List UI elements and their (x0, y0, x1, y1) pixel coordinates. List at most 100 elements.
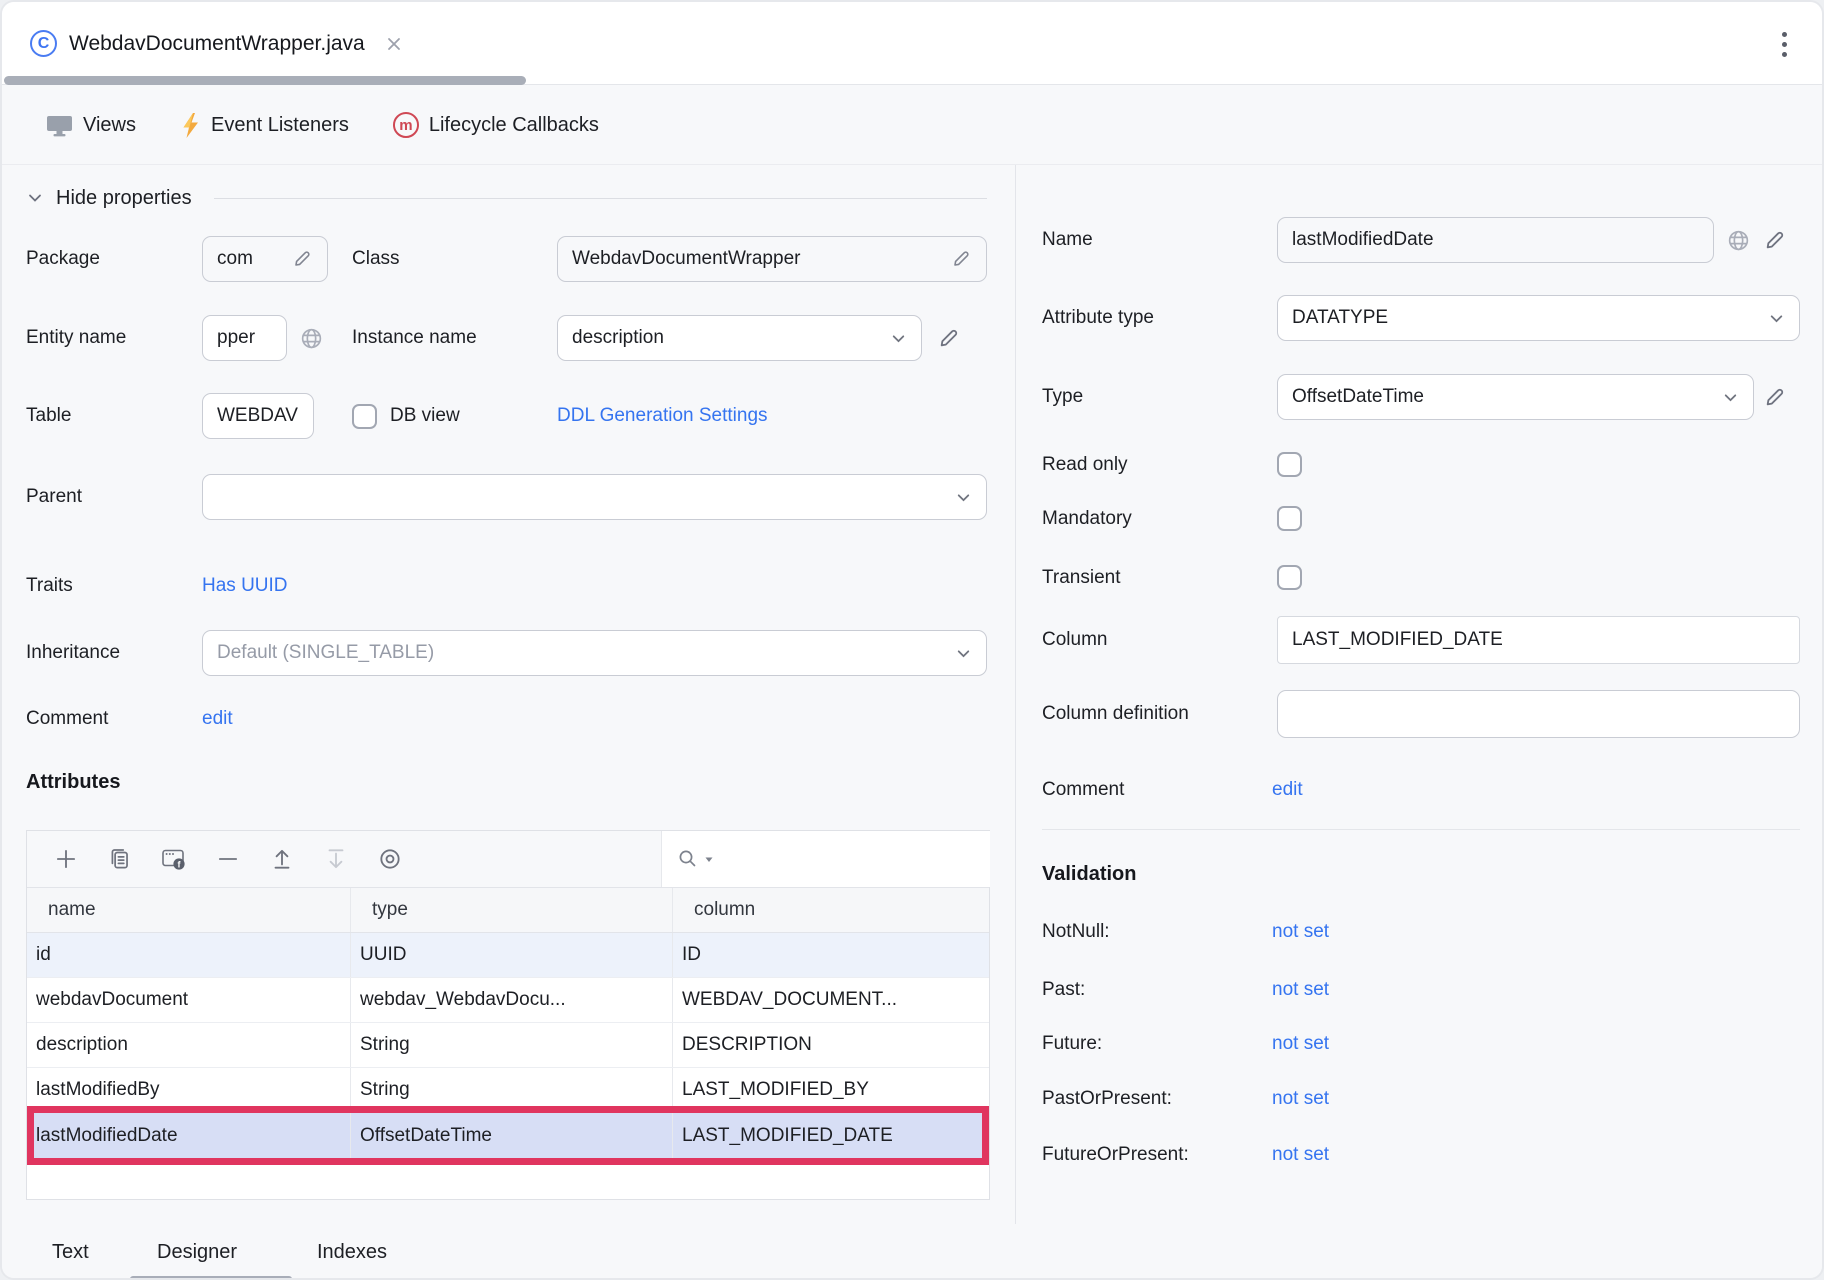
attr-comment-label: Comment (1042, 770, 1124, 810)
event-listeners-button[interactable]: Event Listeners (180, 112, 349, 139)
attribute-type-label: Attribute type (1042, 295, 1154, 341)
table-row[interactable]: id UUID ID (27, 933, 989, 978)
attributes-table-header: name type column (27, 888, 989, 933)
copy-attribute-button[interactable] (107, 846, 133, 872)
class-field[interactable]: WebdavDocumentWrapper (557, 236, 987, 282)
parent-label: Parent (26, 474, 82, 520)
editor-tab-bar: C WebdavDocumentWrapper.java (2, 2, 1822, 85)
package-field[interactable]: com (202, 236, 328, 282)
chevron-down-icon (26, 189, 44, 207)
futureorpresent-not-set-link[interactable]: not set (1272, 1135, 1329, 1175)
new-window-f-icon: f (161, 846, 187, 872)
mandatory-label: Mandatory (1042, 506, 1132, 531)
attr-type: UUID (350, 933, 672, 977)
move-up-button[interactable] (269, 846, 295, 872)
hide-properties-toggle[interactable]: Hide properties (26, 176, 987, 220)
table-label: Table (26, 393, 71, 439)
attr-comment-edit-link[interactable]: edit (1272, 770, 1303, 810)
designer-toolbar: Views Event Listeners m Lifecycle Callba… (2, 86, 1822, 165)
table-row-selected[interactable]: lastModifiedDate OffsetDateTime LAST_MOD… (27, 1113, 989, 1158)
attribute-search-input[interactable] (661, 831, 990, 887)
table-row[interactable]: description String DESCRIPTION (27, 1023, 989, 1068)
visibility-icon (377, 846, 403, 872)
attribute-name-field[interactable]: lastModifiedDate (1277, 217, 1714, 263)
type-label: Type (1042, 374, 1083, 420)
parent-dropdown[interactable] (202, 474, 987, 520)
generate-field-button[interactable]: f (161, 846, 187, 872)
entity-comment-edit-link[interactable]: edit (202, 699, 233, 739)
attribute-type-value: DATATYPE (1292, 307, 1768, 329)
column-field[interactable]: LAST_MODIFIED_DATE (1277, 616, 1800, 664)
copy-icon (107, 846, 133, 872)
file-tab[interactable]: C WebdavDocumentWrapper.java (30, 2, 403, 85)
table-row[interactable]: webdavDocument webdav_WebdavDocu... WEBD… (27, 978, 989, 1023)
table-row[interactable]: lastModifiedBy String LAST_MODIFIED_BY (27, 1068, 989, 1113)
comment-label: Comment (26, 699, 108, 739)
name-label: Name (1042, 217, 1093, 263)
section-rule (214, 198, 987, 199)
instance-name-dropdown[interactable]: description (557, 315, 922, 361)
edit-pencil-icon[interactable] (1762, 228, 1787, 253)
table-value: WEBDAV (217, 405, 299, 427)
panel-divider (1015, 165, 1016, 1224)
column-definition-label: Column definition (1042, 690, 1189, 738)
has-uuid-link[interactable]: Has UUID (202, 566, 288, 606)
views-label: Views (83, 114, 136, 137)
tab-text[interactable]: Text (52, 1232, 89, 1272)
tab-scrollbar-thumb[interactable] (4, 76, 526, 85)
attr-type: OffsetDateTime (350, 1113, 672, 1158)
chevron-down-icon (1722, 389, 1739, 406)
futureorpresent-label: FutureOrPresent: (1042, 1135, 1189, 1175)
past-label: Past: (1042, 970, 1085, 1010)
column-header-type[interactable]: type (350, 888, 672, 932)
tab-designer[interactable]: Designer (157, 1232, 237, 1272)
column-header-column[interactable]: column (672, 888, 989, 932)
type-dropdown[interactable]: OffsetDateTime (1277, 374, 1754, 420)
chevron-down-icon (890, 330, 907, 347)
edit-pencil-icon[interactable] (950, 248, 972, 270)
globe-icon[interactable] (1726, 228, 1751, 253)
entity-name-field[interactable]: pper (202, 315, 287, 361)
notnull-not-set-link[interactable]: not set (1272, 912, 1329, 952)
attributes-grid: f name type (26, 830, 990, 1200)
mandatory-checkbox[interactable] (1277, 506, 1302, 531)
visibility-button[interactable] (377, 846, 403, 872)
more-options-icon[interactable] (1772, 26, 1796, 62)
class-value: WebdavDocumentWrapper (572, 248, 950, 270)
read-only-checkbox[interactable] (1277, 452, 1302, 477)
column-definition-field[interactable] (1277, 690, 1800, 738)
attr-type: String (350, 1023, 672, 1067)
table-field[interactable]: WEBDAV (202, 393, 314, 439)
close-tab-icon[interactable] (385, 35, 403, 53)
java-class-icon: C (30, 30, 57, 57)
edit-pencil-icon[interactable] (291, 248, 313, 270)
app-window: C WebdavDocumentWrapper.java Views Event… (0, 0, 1824, 1280)
pastorpresent-not-set-link[interactable]: not set (1272, 1079, 1329, 1119)
tab-indexes[interactable]: Indexes (317, 1232, 387, 1272)
search-icon (676, 847, 700, 871)
traits-label: Traits (26, 566, 73, 606)
remove-attribute-button[interactable] (215, 846, 241, 872)
lightning-icon (180, 112, 201, 139)
read-only-label: Read only (1042, 452, 1128, 477)
transient-checkbox[interactable] (1277, 565, 1302, 590)
inheritance-value: Default (SINGLE_TABLE) (217, 642, 955, 664)
edit-pencil-icon[interactable] (1762, 385, 1787, 410)
lifecycle-callbacks-button[interactable]: m Lifecycle Callbacks (393, 112, 599, 138)
column-header-name[interactable]: name (27, 888, 350, 932)
attr-name: lastModifiedBy (27, 1068, 350, 1112)
db-view-checkbox[interactable] (352, 404, 377, 429)
attr-name: id (27, 933, 350, 977)
move-down-button[interactable] (323, 846, 349, 872)
inheritance-dropdown[interactable]: Default (SINGLE_TABLE) (202, 630, 987, 676)
globe-icon[interactable] (299, 326, 324, 351)
ddl-generation-settings-link[interactable]: DDL Generation Settings (557, 393, 768, 439)
future-not-set-link[interactable]: not set (1272, 1024, 1329, 1064)
add-attribute-button[interactable] (53, 846, 79, 872)
attribute-type-dropdown[interactable]: DATATYPE (1277, 295, 1800, 341)
edit-pencil-icon[interactable] (936, 326, 961, 351)
column-label: Column (1042, 616, 1107, 664)
chevron-down-icon (704, 854, 714, 864)
past-not-set-link[interactable]: not set (1272, 970, 1329, 1010)
views-button[interactable]: Views (46, 114, 136, 137)
